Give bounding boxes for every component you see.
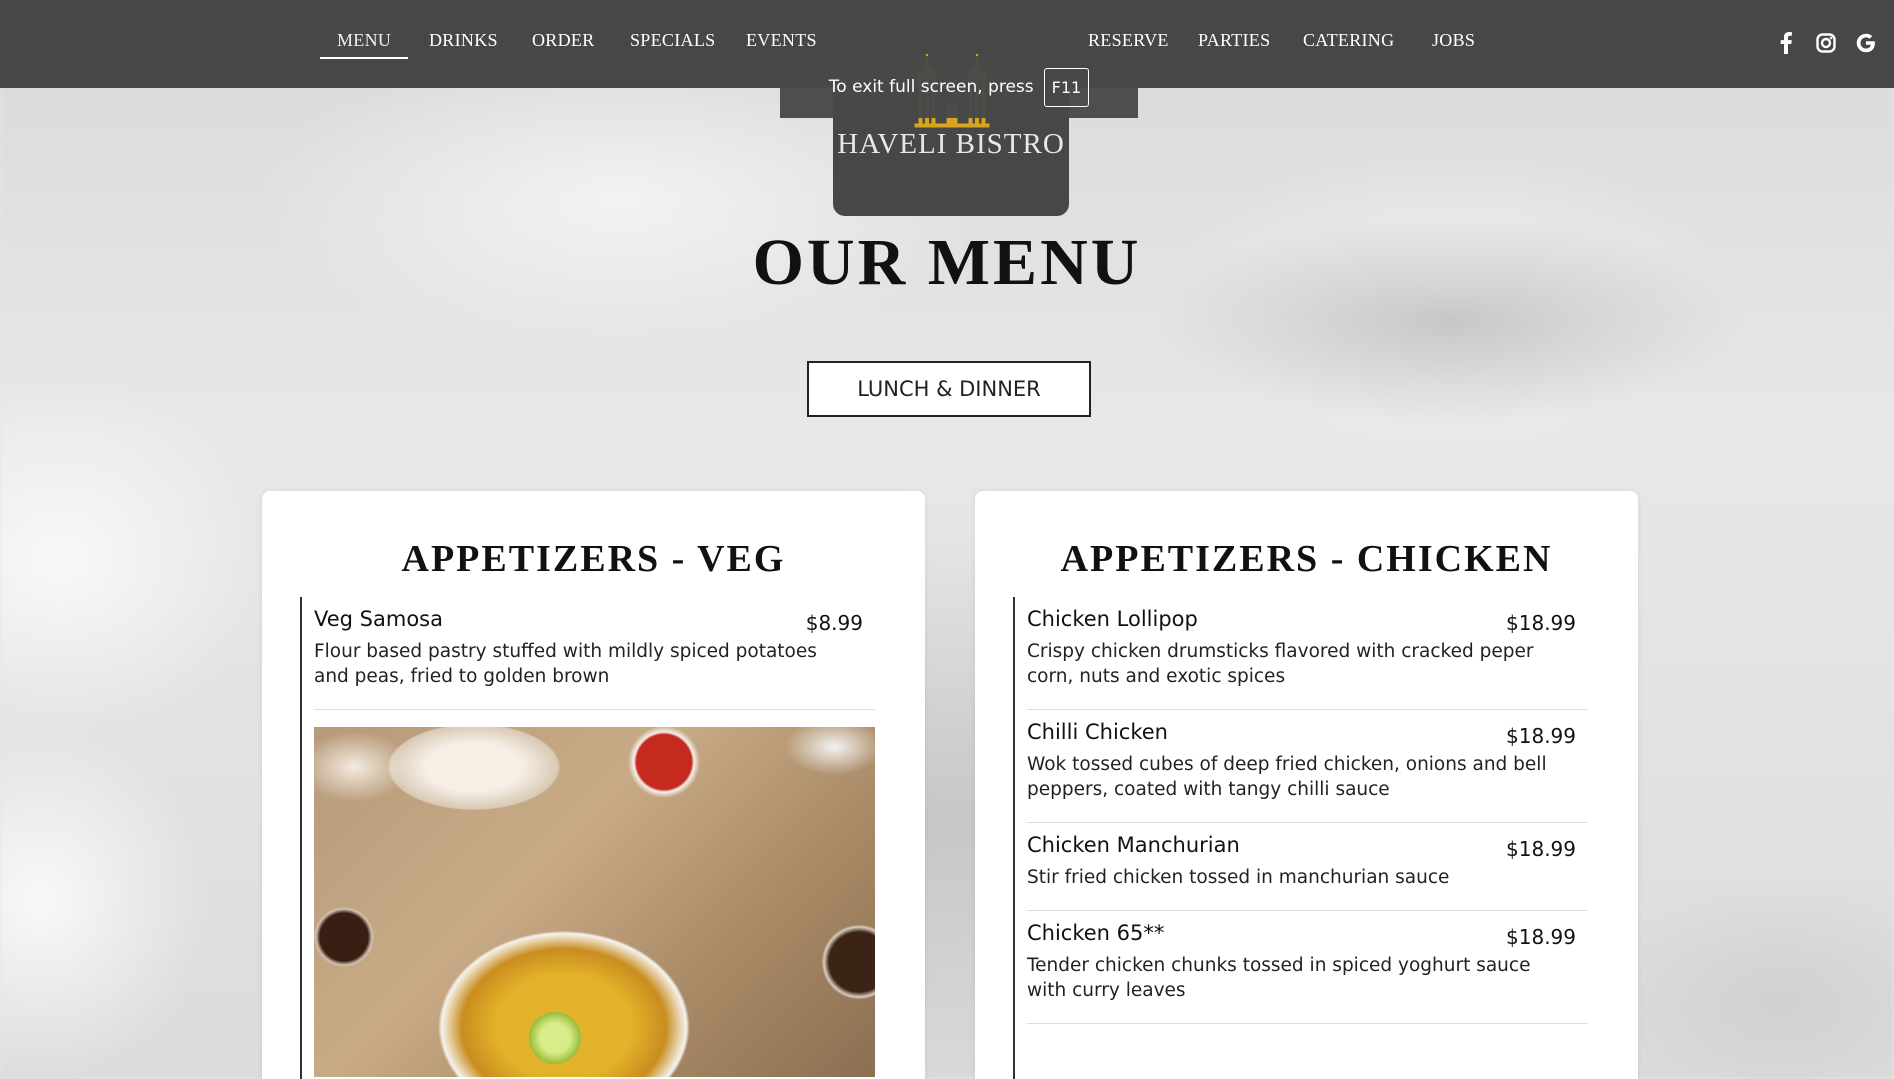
page-title: OUR MENU <box>752 226 1142 299</box>
nav-drinks[interactable]: DRINKS <box>429 30 498 51</box>
item-description: Wok tossed cubes of deep fried chicken, … <box>1027 754 1547 800</box>
menu-item[interactable]: Chicken Manchurian $18.99 Stir fried chi… <box>1027 823 1588 911</box>
item-description: Stir fried chicken tossed in manchurian … <box>1027 867 1450 888</box>
toast-message: To exit full screen, press <box>828 77 1034 97</box>
item-name: Chilli Chicken <box>1027 720 1168 744</box>
item-description: Tender chicken chunks tossed in spiced y… <box>1027 955 1531 1001</box>
nav-parties[interactable]: PARTIES <box>1198 30 1270 51</box>
lunch-dinner-button[interactable]: LUNCH & DINNER <box>807 361 1091 417</box>
dish-photo <box>314 727 875 1077</box>
nav-active-underline <box>320 57 408 59</box>
item-name: Chicken Manchurian <box>1027 833 1240 857</box>
menu-card-chicken: APPETIZERS - CHICKEN Chicken Lollipop $1… <box>975 491 1638 1079</box>
item-description: Crispy chicken drumsticks flavored with … <box>1027 641 1534 687</box>
menu-item[interactable]: Chicken Lollipop $18.99 Crispy chicken d… <box>1027 597 1588 710</box>
nav-catering[interactable]: CATERING <box>1303 30 1394 51</box>
menu-card-veg: APPETIZERS - VEG Veg Samosa $8.99 Flour … <box>262 491 925 1079</box>
item-name: Chicken Lollipop <box>1027 607 1198 631</box>
google-icon[interactable] <box>1853 30 1879 56</box>
logo-text: Haveli Bistro <box>837 128 1065 160</box>
fullscreen-toast: To exit full screen, press F11 <box>780 56 1138 118</box>
lime-garnish <box>529 1012 581 1064</box>
item-price: $18.99 <box>1506 724 1576 748</box>
nav-specials[interactable]: SPECIALS <box>630 30 715 51</box>
section-title: APPETIZERS - VEG <box>401 538 786 580</box>
menu-item[interactable]: Chilli Chicken $18.99 Wok tossed cubes o… <box>1027 710 1588 823</box>
section-title: APPETIZERS - CHICKEN <box>1060 538 1553 580</box>
menu-item[interactable]: Veg Samosa $8.99 Flour based pastry stuf… <box>314 597 875 710</box>
menu-list: Veg Samosa $8.99 Flour based pastry stuf… <box>300 597 875 1079</box>
item-price: $18.99 <box>1506 611 1576 635</box>
instagram-icon[interactable] <box>1813 30 1839 56</box>
nav-jobs[interactable]: JOBS <box>1432 30 1475 51</box>
menu-list: Chicken Lollipop $18.99 Crispy chicken d… <box>1013 597 1588 1079</box>
item-name: Veg Samosa <box>314 607 443 631</box>
nav-events[interactable]: EVENTS <box>746 30 817 51</box>
toast-key: F11 <box>1043 67 1090 107</box>
nav-menu[interactable]: MENU <box>337 30 391 51</box>
facebook-icon[interactable] <box>1773 30 1799 56</box>
item-description: Flour based pastry stuffed with mildly s… <box>314 641 817 687</box>
item-name: Chicken 65** <box>1027 921 1165 945</box>
menu-item[interactable]: Chicken 65** $18.99 Tender chicken chunk… <box>1027 911 1588 1024</box>
nav-order[interactable]: ORDER <box>532 30 595 51</box>
nav-reserve[interactable]: RESERVE <box>1088 30 1169 51</box>
item-price: $18.99 <box>1506 837 1576 861</box>
item-price: $8.99 <box>805 611 863 635</box>
item-price: $18.99 <box>1506 925 1576 949</box>
